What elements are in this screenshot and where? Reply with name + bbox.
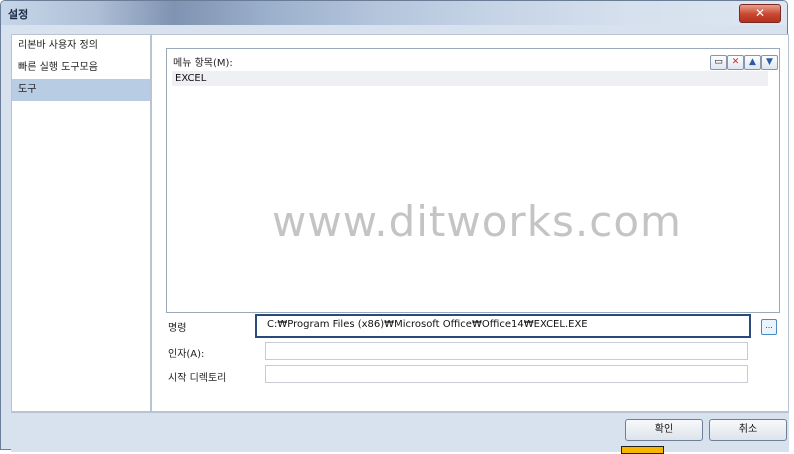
sidebar-item-quick-access[interactable]: 빠른 실행 도구모음 <box>12 57 150 79</box>
button-bar: 확인 취소 <box>11 412 789 452</box>
move-up-icon[interactable]: ▲ <box>744 55 761 70</box>
menu-items-box: 메뉴 항목(M): ▭ ✕ ▲ ▼ EXCEL www.ditworks.com <box>166 48 780 313</box>
menu-items-list[interactable]: EXCEL <box>172 71 768 311</box>
sidebar-item-tools[interactable]: 도구 <box>12 79 150 101</box>
tools-panel: 메뉴 항목(M): ▭ ✕ ▲ ▼ EXCEL www.ditworks.com… <box>151 34 789 412</box>
watermark: www.ditworks.com <box>272 197 682 246</box>
window-title: 설정 <box>8 8 29 21</box>
close-button[interactable]: ✕ <box>739 4 781 23</box>
cancel-button[interactable]: 취소 <box>709 419 787 441</box>
move-down-icon[interactable]: ▼ <box>761 55 778 70</box>
ok-button[interactable]: 확인 <box>625 419 703 441</box>
command-value: C:₩Program Files (x86)₩Microsoft Office₩… <box>267 319 588 330</box>
command-field[interactable]: C:₩Program Files (x86)₩Microsoft Office₩… <box>255 314 751 338</box>
start-dir-field[interactable] <box>265 365 748 383</box>
highlight-marker <box>621 446 664 454</box>
browse-button[interactable]: ... <box>761 319 777 335</box>
arguments-field[interactable] <box>265 342 748 360</box>
start-dir-label: 시작 디렉토리 <box>168 373 227 384</box>
category-sidebar: 리본바 사용자 정의 빠른 실행 도구모음 도구 <box>11 34 151 412</box>
list-item[interactable]: EXCEL <box>172 71 768 86</box>
new-item-icon[interactable]: ▭ <box>710 55 727 70</box>
sidebar-item-ribbon[interactable]: 리본바 사용자 정의 <box>12 35 150 57</box>
delete-icon[interactable]: ✕ <box>727 55 744 70</box>
menu-items-label: 메뉴 항목(M): <box>173 58 233 69</box>
command-label: 명령 <box>168 323 187 334</box>
title-bar[interactable]: 설정 ✕ <box>1 1 787 25</box>
settings-dialog: 설정 ✕ 리본바 사용자 정의 빠른 실행 도구모음 도구 메뉴 항목(M): … <box>0 0 789 452</box>
arguments-label: 인자(A): <box>168 349 205 360</box>
